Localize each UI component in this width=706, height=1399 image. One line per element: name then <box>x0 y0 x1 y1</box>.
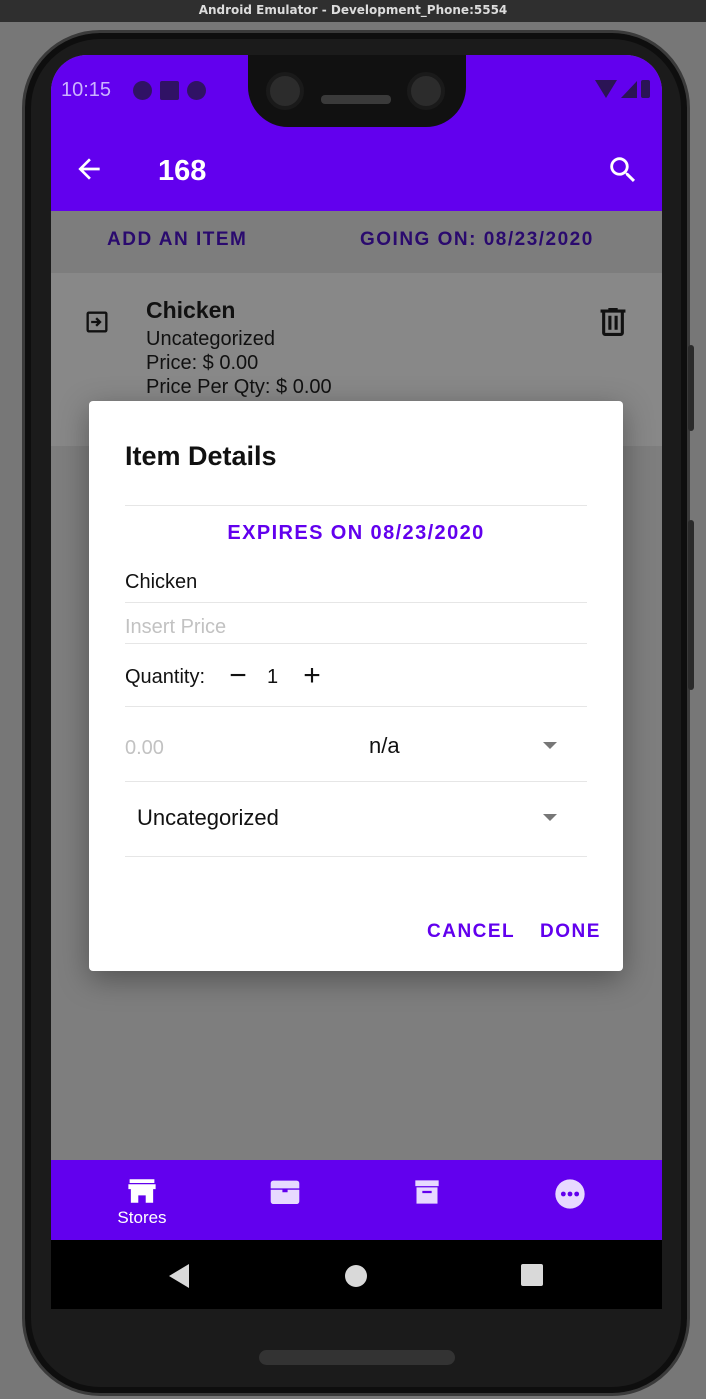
chevron-down-icon <box>543 742 557 749</box>
system-home-icon[interactable] <box>344 1264 368 1288</box>
action-bar: ADD AN ITEM GOING ON: 08/23/2020 <box>51 211 662 273</box>
inventory-chest-icon <box>270 1180 300 1204</box>
device-home-indicator <box>259 1350 455 1365</box>
bottom-navigation: Stores <box>51 1160 662 1240</box>
nav-item-archive[interactable] <box>351 1160 503 1240</box>
more-horizontal-icon <box>555 1179 585 1209</box>
notification-calendar-icon <box>160 81 179 100</box>
nav-label-stores: Stores <box>117 1208 167 1227</box>
earpiece-speaker <box>321 95 391 104</box>
cell-signal-icon <box>621 81 637 98</box>
cancel-button[interactable]: CANCEL <box>427 921 515 943</box>
quantity-label: Quantity: <box>125 666 206 688</box>
item-category: Uncategorized <box>146 328 275 350</box>
nav-item-stores[interactable]: Stores <box>66 1160 218 1240</box>
expires-date-button[interactable]: EXPIRES ON 08/23/2020 <box>89 522 623 545</box>
done-button[interactable]: DONE <box>540 921 601 943</box>
notification-a-icon <box>133 81 152 100</box>
page-title: 168 <box>158 155 207 187</box>
divider <box>125 856 587 857</box>
move-item-icon[interactable] <box>83 308 111 336</box>
battery-icon <box>641 80 650 98</box>
delete-trash-icon[interactable] <box>599 306 627 338</box>
quantity-value: 1 <box>267 666 279 688</box>
system-recents-icon[interactable] <box>521 1264 543 1286</box>
search-icon[interactable] <box>606 153 642 189</box>
archive-icon <box>415 1180 439 1204</box>
divider <box>125 781 587 782</box>
app-bar: 168 <box>51 131 662 211</box>
camera-notch <box>248 55 466 127</box>
add-item-button[interactable]: ADD AN ITEM <box>107 229 247 251</box>
arrow-back-icon[interactable] <box>73 153 109 189</box>
item-price-per-qty: Price Per Qty: $ 0.00 <box>146 376 332 398</box>
category-select-value: Uncategorized <box>137 805 279 830</box>
quantity-increment-button[interactable]: + <box>299 659 325 693</box>
nav-item-inventory[interactable] <box>209 1160 361 1240</box>
notification-app-icon <box>187 81 206 100</box>
item-price: Price: $ 0.00 <box>146 352 259 374</box>
status-bar: 10:15 <box>51 55 662 131</box>
price-input[interactable] <box>125 611 587 643</box>
status-time: 10:15 <box>61 79 112 101</box>
divider <box>125 505 587 506</box>
system-back-icon[interactable] <box>167 1263 191 1289</box>
wifi-icon <box>595 80 617 98</box>
emulator-title-bar: Android Emulator - Development_Phone:555… <box>0 0 706 22</box>
category-select[interactable]: Uncategorized <box>125 799 567 839</box>
divider <box>125 643 587 644</box>
unit-select[interactable]: n/a <box>367 727 567 767</box>
item-title: Chicken <box>146 297 236 323</box>
divider <box>125 602 587 603</box>
status-system-icons <box>595 80 650 98</box>
nav-item-more[interactable] <box>494 1160 646 1240</box>
unit-amount-input[interactable] <box>125 733 285 763</box>
store-icon <box>128 1179 156 1203</box>
power-button[interactable] <box>688 345 694 431</box>
volume-button[interactable] <box>688 520 694 690</box>
front-camera-right <box>407 72 445 110</box>
system-navigation-bar <box>51 1240 662 1309</box>
going-on-date-button[interactable]: GOING ON: 08/23/2020 <box>360 229 594 251</box>
item-name-field[interactable]: Chicken <box>125 571 197 594</box>
unit-select-value: n/a <box>369 733 400 758</box>
item-details-dialog: Item Details EXPIRES ON 08/23/2020 Chick… <box>89 401 623 971</box>
chevron-down-icon <box>543 814 557 821</box>
status-notification-icons <box>133 81 206 100</box>
divider <box>125 706 587 707</box>
dialog-title: Item Details <box>125 441 277 471</box>
front-camera-left <box>266 72 304 110</box>
quantity-decrement-button[interactable]: − <box>225 659 251 693</box>
